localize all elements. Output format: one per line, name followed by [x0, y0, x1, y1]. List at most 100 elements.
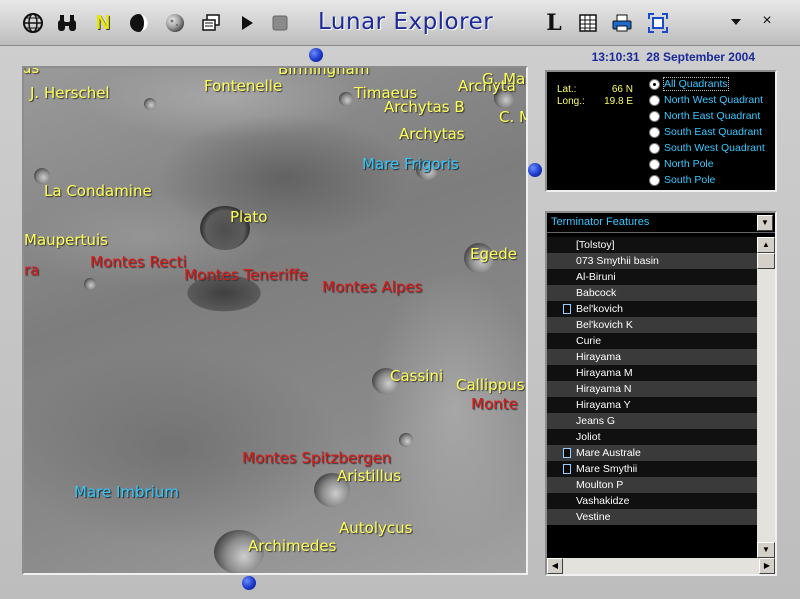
- list-item[interactable]: Bel'kovich: [547, 301, 757, 317]
- map-label-autolycus[interactable]: Autolycus: [339, 520, 412, 536]
- list-item[interactable]: Babcock: [547, 285, 757, 301]
- list-item-label: Bel'kovich: [576, 303, 623, 315]
- radio-button[interactable]: [649, 79, 660, 90]
- map-label-archimedes[interactable]: Archimedes: [248, 538, 336, 554]
- globe-icon[interactable]: [21, 11, 45, 35]
- map-label-plato[interactable]: Plato: [230, 209, 267, 225]
- list-item[interactable]: Moulton P: [547, 477, 757, 493]
- document-icon: [563, 448, 571, 458]
- map-label-cassini[interactable]: Cassini: [390, 368, 443, 384]
- list-item[interactable]: Joliot: [547, 429, 757, 445]
- latitude-label: Lat.:: [557, 84, 577, 95]
- moon-sphere-icon[interactable]: [163, 11, 187, 35]
- list-item-label: Hirayama M: [576, 367, 633, 379]
- map-label-fontenelle[interactable]: Fontenelle: [204, 78, 282, 94]
- list-item[interactable]: Hirayama Y: [547, 397, 757, 413]
- radio-button[interactable]: [649, 127, 660, 138]
- map-label-montes-alpes[interactable]: Montes Alpes: [322, 279, 422, 295]
- map-label-g-ma[interactable]: G. Ma: [482, 71, 525, 87]
- map-label-montes-recti[interactable]: Montes Recti: [90, 254, 187, 270]
- map-label-maupertuis[interactable]: Maupertuis: [24, 232, 108, 248]
- list-item-label: Mare Australe: [576, 447, 641, 459]
- moon-map[interactable]: ds Birmingham J. Herschel Fontenelle Tim…: [24, 68, 526, 573]
- close-button[interactable]: ×: [758, 11, 776, 31]
- list-item[interactable]: Curie: [547, 333, 757, 349]
- latitude-value: 66 N: [611, 84, 633, 95]
- longitude-row: Long.: 19.8 E: [557, 96, 637, 107]
- scroll-right-icon[interactable]: ▶: [759, 558, 775, 574]
- list-item-label: [Tolstoy]: [576, 239, 615, 251]
- map-label-montes-teneriffe[interactable]: Montes Teneriffe: [184, 267, 308, 283]
- map-label-archytas-b[interactable]: Archytas B: [384, 99, 465, 115]
- list-item-label: Curie: [576, 335, 602, 347]
- longitude-value: 19.8 E: [604, 96, 633, 107]
- stop-icon[interactable]: [268, 11, 292, 35]
- radio-button[interactable]: [649, 143, 660, 154]
- fullscreen-icon[interactable]: [646, 11, 670, 35]
- print-icon[interactable]: [610, 11, 634, 35]
- map-label-archytas[interactable]: Archytas: [399, 126, 465, 142]
- list-item[interactable]: Al-Biruni: [547, 269, 757, 285]
- scroll-left-icon[interactable]: ◀: [547, 558, 563, 574]
- list-item[interactable]: Bel'kovich K: [547, 317, 757, 333]
- map-label-ra-clipped[interactable]: ra: [24, 262, 39, 278]
- feature-filter-select[interactable]: Terminator Features ▼: [547, 213, 775, 233]
- map-label-aristillus[interactable]: Aristillus: [337, 468, 401, 484]
- north-icon[interactable]: N: [91, 11, 115, 35]
- feature-list: [Tolstoy] 073 Smythii basin Al-Biruni Babco…: [547, 237, 757, 558]
- horizontal-scrollbar[interactable]: ◀ ▶: [547, 558, 775, 574]
- grid-icon[interactable]: [576, 11, 600, 35]
- map-label-mare-imbrium[interactable]: Mare Imbrium: [74, 484, 179, 500]
- list-item[interactable]: Vashakidze: [547, 493, 757, 509]
- main-toolbar: N Lunar Explorer L ×: [0, 0, 800, 46]
- list-item[interactable]: Hirayama: [547, 349, 757, 365]
- window-menu-icon[interactable]: [728, 14, 744, 30]
- vertical-scrollbar[interactable]: ▲ ▼: [757, 237, 775, 558]
- list-item[interactable]: Mare Smythii: [547, 461, 757, 477]
- scroll-down-icon[interactable]: ▼: [757, 542, 775, 558]
- scroll-right-handle[interactable]: [528, 163, 542, 177]
- list-item-label: Vashakidze: [576, 495, 630, 507]
- document-icon: [563, 464, 571, 474]
- scroll-up-handle[interactable]: [309, 48, 323, 62]
- features-panel: Terminator Features ▼ [Tolstoy] 073 Smyth…: [545, 211, 777, 576]
- map-label-c-m[interactable]: C. M: [499, 109, 526, 125]
- list-item-label: Babcock: [576, 287, 617, 299]
- radio-button[interactable]: [649, 175, 660, 186]
- moon-map-frame: ds Birmingham J. Herschel Fontenelle Tim…: [22, 66, 528, 575]
- radio-button[interactable]: [649, 95, 660, 106]
- document-icon: [563, 304, 571, 314]
- moon-phase-icon[interactable]: [127, 11, 151, 35]
- scroll-thumb[interactable]: [757, 253, 775, 269]
- list-item[interactable]: Jeans G: [547, 413, 757, 429]
- list-item-label: Hirayama N: [576, 383, 632, 395]
- map-label-la-condamine[interactable]: La Condamine: [44, 183, 152, 199]
- list-item-label: Joliot: [576, 431, 601, 443]
- list-item[interactable]: Hirayama M: [547, 365, 757, 381]
- map-label-monte-clipped[interactable]: Monte: [471, 396, 518, 412]
- chevron-down-icon[interactable]: ▼: [757, 215, 773, 231]
- list-item[interactable]: Hirayama N: [547, 381, 757, 397]
- radio-button[interactable]: [649, 111, 660, 122]
- longitude-label: Long.:: [557, 96, 585, 107]
- list-item[interactable]: Mare Australe: [547, 445, 757, 461]
- scroll-down-handle[interactable]: [242, 576, 256, 590]
- map-label-j-herschel[interactable]: J. Herschel: [30, 85, 110, 101]
- map-label-montes-spitzbergen[interactable]: Montes Spitzbergen: [242, 450, 391, 466]
- app-title: Lunar Explorer: [318, 9, 494, 35]
- map-label-top-left: ds: [22, 66, 40, 77]
- labels-icon[interactable]: L: [542, 10, 566, 36]
- radio-button[interactable]: [649, 159, 660, 170]
- map-label-egede[interactable]: Egede: [470, 246, 517, 262]
- map-label-callippus[interactable]: Callippus: [456, 377, 525, 393]
- list-item[interactable]: 073 Smythii basin: [547, 253, 757, 269]
- windows-icon[interactable]: [199, 11, 223, 35]
- map-label-top-center: Birmingham: [278, 66, 370, 78]
- map-label-mare-frigoris[interactable]: Mare Frigoris: [362, 156, 459, 172]
- list-item[interactable]: Vestine: [547, 509, 757, 525]
- binoculars-icon[interactable]: [55, 11, 79, 35]
- play-icon[interactable]: [235, 11, 259, 35]
- list-item[interactable]: [Tolstoy]: [547, 237, 757, 253]
- scroll-up-icon[interactable]: ▲: [757, 237, 775, 253]
- list-item-label: Vestine: [576, 511, 611, 523]
